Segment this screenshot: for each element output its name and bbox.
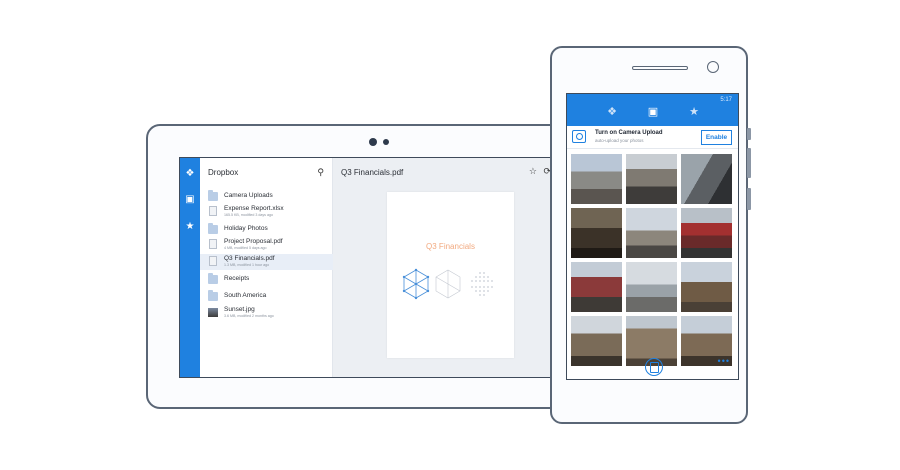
camera-upload-icon xyxy=(572,130,586,143)
file-row[interactable]: Expense Report.xlsx 165.5 KB, modified 3… xyxy=(200,204,333,220)
phone-camera xyxy=(707,61,719,73)
preview-pane: Q3 Financials.pdf ☆ ⟳ Q3 Financials xyxy=(333,158,555,377)
volume-button xyxy=(747,128,751,140)
photos-icon[interactable]: ▣ xyxy=(646,106,660,118)
file-meta: 3.6 MB, modified 2 months ago xyxy=(224,314,274,318)
photo-tile[interactable] xyxy=(571,208,622,258)
file-row[interactable]: South America xyxy=(200,289,333,305)
photo-tile[interactable] xyxy=(571,316,622,366)
file-name: Project Proposal.pdf xyxy=(224,238,283,245)
file-name: Sunset.jpg xyxy=(224,306,255,313)
file-icon xyxy=(209,206,217,216)
tablet-screen: ❖ ▣ ★ Dropbox ⚲ Camera Uploads Expense R… xyxy=(179,157,556,378)
photo-tile[interactable] xyxy=(626,262,677,312)
file-icon xyxy=(209,239,217,249)
file-row-selected[interactable]: Q3 Financials.pdf 1.3 MB, modified 1 hou… xyxy=(200,254,333,270)
photo-tile[interactable] xyxy=(571,154,622,204)
tablet-sensor xyxy=(383,139,389,145)
star-icon[interactable]: ★ xyxy=(687,106,701,118)
file-name: Receipts xyxy=(224,275,250,282)
photo-tile[interactable] xyxy=(626,154,677,204)
preview-title: Q3 Financials.pdf xyxy=(341,168,404,177)
hexagon-graphic xyxy=(402,268,493,300)
dropbox-icon[interactable]: ❖ xyxy=(184,168,196,180)
document-title: Q3 Financials xyxy=(426,242,475,251)
banner-subtitle: auto-upload your photos xyxy=(595,138,644,143)
photo-tile[interactable] xyxy=(626,208,677,258)
camera-upload-button[interactable] xyxy=(645,358,663,376)
banner-title: Turn on Camera Upload xyxy=(595,130,663,136)
file-row[interactable]: Holiday Photos xyxy=(200,222,333,238)
folder-icon xyxy=(208,190,218,201)
photo-tile[interactable] xyxy=(571,262,622,312)
document-page: Q3 Financials xyxy=(387,192,514,358)
camera-upload-banner: Turn on Camera Upload auto-upload your p… xyxy=(567,126,738,149)
file-row[interactable]: Project Proposal.pdf 4 MB, modified 5 da… xyxy=(200,237,333,253)
file-name: South America xyxy=(224,292,267,299)
photo-tile[interactable] xyxy=(681,154,732,204)
file-icon xyxy=(209,256,217,266)
file-name: Camera Uploads xyxy=(224,192,273,199)
photo-thumbnail xyxy=(208,308,218,317)
photo-tile[interactable] xyxy=(681,208,732,258)
folder-icon xyxy=(208,223,218,234)
file-list-pane: Dropbox ⚲ Camera Uploads Expense Report.… xyxy=(200,158,333,377)
star-icon[interactable]: ★ xyxy=(184,221,196,233)
file-name: Holiday Photos xyxy=(224,225,268,232)
file-meta: 4 MB, modified 5 days ago xyxy=(224,246,267,250)
file-row[interactable]: Camera Uploads xyxy=(200,189,333,205)
file-meta: 1.3 MB, modified 1 hour ago xyxy=(224,263,270,267)
tablet-device: ❖ ▣ ★ Dropbox ⚲ Camera Uploads Expense R… xyxy=(146,124,572,409)
more-icon[interactable]: ••• xyxy=(718,356,730,366)
tablet-camera xyxy=(369,138,377,146)
status-clock: 5:17 xyxy=(720,97,732,103)
stage: ❖ ▣ ★ Dropbox ⚲ Camera Uploads Expense R… xyxy=(0,0,900,470)
folder-icon xyxy=(208,273,218,284)
phone-device: 5:17 ❖ ▣ ★ Turn on Camera Upload auto-up… xyxy=(550,46,751,424)
file-meta: 165.5 KB, modified 3 days ago xyxy=(224,213,273,217)
file-name: Q3 Financials.pdf xyxy=(224,255,275,262)
photos-icon[interactable]: ▣ xyxy=(184,194,196,206)
app-title: Dropbox xyxy=(208,168,239,177)
dropbox-icon[interactable]: ❖ xyxy=(605,106,619,118)
photo-tile[interactable] xyxy=(681,262,732,312)
phone-speaker xyxy=(632,66,688,70)
file-row[interactable]: Receipts xyxy=(200,272,333,288)
tablet-nav-rail: ❖ ▣ ★ xyxy=(180,158,200,377)
volume-button xyxy=(747,148,751,178)
file-name: Expense Report.xlsx xyxy=(224,205,284,212)
phone-screen: 5:17 ❖ ▣ ★ Turn on Camera Upload auto-up… xyxy=(566,93,739,380)
file-row[interactable]: Sunset.jpg 3.6 MB, modified 2 months ago xyxy=(200,305,333,321)
search-icon[interactable]: ⚲ xyxy=(317,167,324,178)
folder-icon xyxy=(208,290,218,301)
power-button xyxy=(747,188,751,210)
enable-button[interactable]: Enable xyxy=(701,130,732,145)
phone-app-bar: 5:17 ❖ ▣ ★ xyxy=(567,94,738,126)
star-icon[interactable]: ☆ xyxy=(529,166,537,177)
